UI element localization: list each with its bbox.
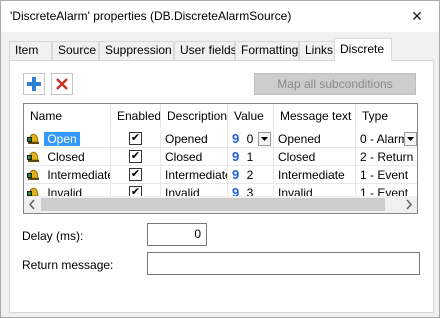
- tab-label: Suppression: [105, 43, 172, 57]
- chevron-down-icon: [407, 137, 414, 141]
- value-type-icon: 9: [232, 149, 240, 164]
- type-cell[interactable]: 1 - Event: [356, 166, 417, 184]
- scroll-right-icon[interactable]: [400, 196, 417, 213]
- enabled-checkbox[interactable]: ✔: [129, 150, 142, 163]
- map-all-subconditions-button[interactable]: Map all subconditions: [254, 73, 416, 95]
- message-text-cell[interactable]: Intermediate: [274, 166, 356, 184]
- enabled-cell[interactable]: ✔: [111, 148, 161, 166]
- delay-label: Delay (ms):: [22, 229, 84, 243]
- tab-user-fields[interactable]: User fields: [174, 41, 237, 60]
- alarm-bell-icon: [27, 151, 39, 162]
- message-text-cell[interactable]: Opened: [274, 130, 356, 148]
- description-cell[interactable]: Intermediate: [161, 166, 228, 184]
- value-cell[interactable]: 9 2: [228, 166, 274, 184]
- close-icon: ✕: [411, 7, 423, 24]
- row-name: Open: [44, 132, 80, 146]
- tab-formatting[interactable]: Formatting: [235, 41, 299, 60]
- name-cell[interactable]: Intermediate: [24, 166, 111, 184]
- type-dropdown-button[interactable]: [404, 132, 417, 146]
- value-cell[interactable]: 9 1: [228, 148, 274, 166]
- column-header-type[interactable]: Type: [356, 104, 417, 129]
- enabled-checkbox[interactable]: ✔: [129, 132, 142, 145]
- tab-links[interactable]: Links: [299, 41, 336, 60]
- message-text-cell[interactable]: Closed: [274, 148, 356, 166]
- tab-source[interactable]: Source: [52, 41, 99, 60]
- tab-label: Formatting: [241, 43, 299, 57]
- value-dropdown-button[interactable]: [258, 132, 271, 146]
- scrollbar-thumb[interactable]: [41, 198, 385, 211]
- description-cell[interactable]: Closed: [161, 148, 228, 166]
- subconditions-grid: Name Enabled Description Value Message t…: [23, 103, 418, 214]
- name-cell[interactable]: Closed: [24, 148, 111, 166]
- tab-label: Item: [15, 43, 39, 57]
- type-cell[interactable]: 0 - Alarm: [356, 130, 417, 148]
- row-type: 0 - Alarm: [360, 132, 409, 146]
- description-cell[interactable]: Opened: [161, 130, 228, 148]
- row-value: 0: [246, 132, 254, 146]
- tab-suppression[interactable]: Suppression: [99, 41, 174, 60]
- value-type-icon: 9: [232, 167, 240, 182]
- tab-item[interactable]: Item: [9, 41, 52, 60]
- enabled-checkbox[interactable]: ✔: [129, 168, 142, 181]
- row-value: 1: [246, 150, 254, 164]
- alarm-bell-icon: [27, 133, 39, 144]
- discrete-panel: Map all subconditions Name Enabled Descr…: [9, 60, 434, 313]
- value-type-icon: 9: [232, 131, 240, 146]
- row-name: Closed: [47, 150, 85, 164]
- plus-icon: [27, 77, 41, 91]
- delete-x-icon: [56, 78, 68, 90]
- type-cell[interactable]: 2 - Return: [356, 148, 417, 166]
- properties-dialog: 'DiscreteAlarm' properties (DB.DiscreteA…: [0, 0, 440, 318]
- column-header-message-text[interactable]: Message text: [274, 104, 356, 129]
- chevron-down-icon: [261, 137, 268, 141]
- column-header-name[interactable]: Name: [24, 104, 111, 129]
- close-button[interactable]: ✕: [395, 1, 439, 31]
- horizontal-scrollbar[interactable]: [24, 196, 417, 213]
- enabled-cell[interactable]: ✔: [111, 130, 161, 148]
- tab-discrete[interactable]: Discrete: [334, 38, 392, 61]
- tab-label: Source: [58, 43, 97, 57]
- value-cell[interactable]: 9 0: [228, 130, 274, 148]
- scroll-left-icon[interactable]: [24, 196, 41, 213]
- row-name: Intermediate: [47, 168, 111, 182]
- add-button[interactable]: [23, 73, 45, 95]
- alarm-bell-icon: [27, 169, 39, 180]
- title-bar: 'DiscreteAlarm' properties (DB.DiscreteA…: [1, 1, 439, 32]
- row-value: 2: [246, 168, 254, 182]
- column-header-description[interactable]: Description: [161, 104, 228, 129]
- window-title: 'DiscreteAlarm' properties (DB.DiscreteA…: [10, 9, 292, 23]
- name-cell[interactable]: Open: [24, 130, 111, 148]
- return-message-input[interactable]: [147, 252, 420, 275]
- return-message-label: Return message:: [22, 258, 114, 272]
- column-header-enabled[interactable]: Enabled: [111, 104, 161, 129]
- tab-label: Discrete: [340, 42, 385, 56]
- delay-input[interactable]: 0: [147, 223, 207, 246]
- delete-button[interactable]: [51, 73, 73, 95]
- tab-label: Links: [305, 43, 334, 57]
- tab-label: User fields: [180, 43, 237, 57]
- enabled-cell[interactable]: ✔: [111, 166, 161, 184]
- column-header-value[interactable]: Value: [228, 104, 274, 129]
